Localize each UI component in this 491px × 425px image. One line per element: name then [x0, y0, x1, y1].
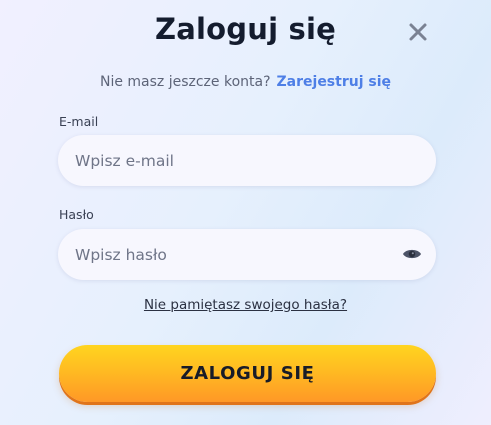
password-field[interactable]	[58, 229, 436, 280]
eye-icon[interactable]	[402, 246, 422, 262]
login-dialog: Zaloguj się Nie masz jeszcze konta? Zarej…	[0, 0, 491, 425]
forgot-password-row: Nie pamiętasz swojego hasła?	[0, 297, 491, 313]
forgot-password-link[interactable]: Nie pamiętasz swojego hasła?	[144, 297, 347, 313]
signup-prompt-row: Nie masz jeszcze konta? Zarejestruj się	[0, 74, 491, 90]
email-label: E-mail	[59, 114, 99, 129]
signup-prompt-text: Nie masz jeszcze konta?	[99, 74, 271, 90]
password-label: Hasło	[59, 207, 94, 222]
signup-link[interactable]: Zarejestruj się	[277, 74, 392, 90]
email-field-wrapper	[58, 135, 436, 186]
close-icon[interactable]	[404, 18, 432, 46]
password-field-wrapper	[58, 229, 436, 280]
email-field[interactable]	[58, 135, 436, 186]
login-button[interactable]: ZALOGUJ SIĘ	[59, 345, 436, 402]
